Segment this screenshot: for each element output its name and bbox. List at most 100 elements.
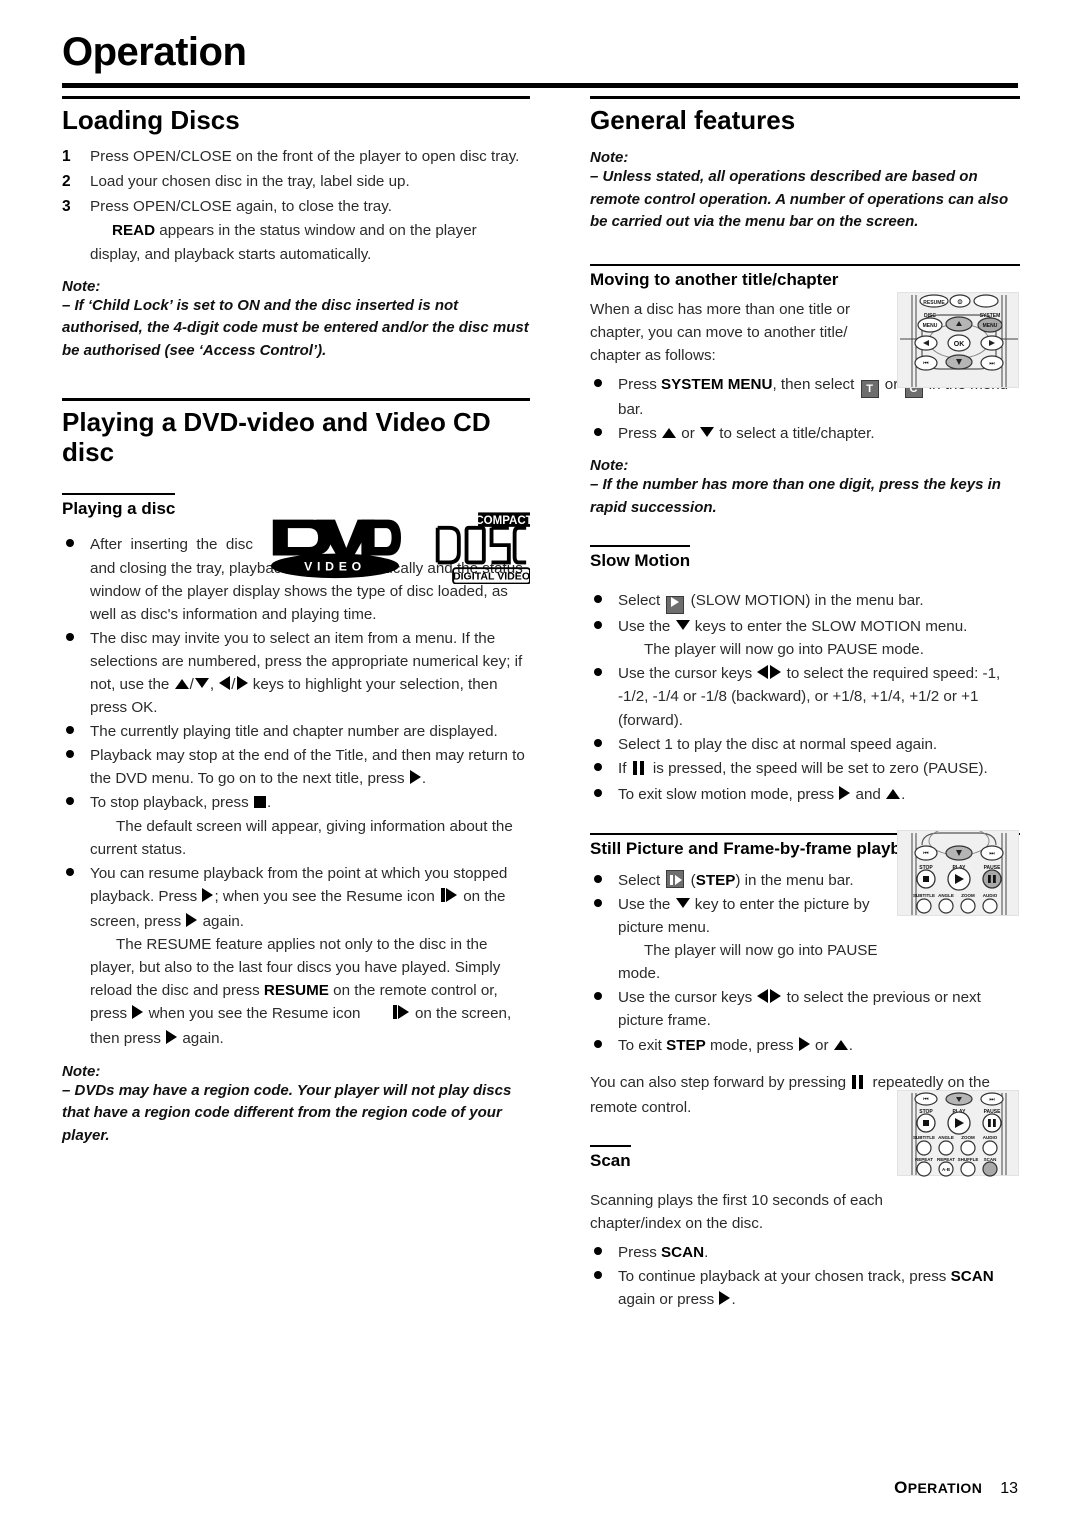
scan-intro: Scanning plays the first 10 seconds of e… [590,1191,883,1232]
bullet-text: Use the cursor keys to select the requir… [618,665,1000,729]
bullet-pre: If [618,759,631,777]
svg-text:AUDIO: AUDIO [983,893,998,898]
footer-page-number: 13 [1000,1480,1018,1497]
bullet-text: Use the key to enter the picture by pict… [618,893,918,939]
bullet-end: . [901,785,906,803]
svg-text:VIDEO: VIDEO [304,560,366,574]
heading-moving-to-another-title-chapter: Moving to another title/chapter [590,263,1020,290]
heading-loading-discs: Loading Discs [62,96,530,135]
slow-motion-bullets: Select (SLOW MOTION) in the menu bar. Us… [590,589,1020,806]
title-rule [62,83,1018,88]
bullet-pre: To exit [618,1036,667,1054]
bullet-pre: To continue playback at your chosen trac… [618,1268,951,1286]
bullet-substep: The player will now go into PAUSE mode. [644,641,924,659]
note-text: – DVDs may have a region code. Your play… [62,1081,512,1144]
svg-text:SHUFFLE: SHUFFLE [958,1157,979,1162]
heading-scan: Scan [590,1144,631,1171]
left-column: Loading Discs 1 Press OPEN/CLOSE on the … [62,96,530,1147]
bullet-icon [66,797,74,806]
svg-text:ANGLE: ANGLE [938,893,954,898]
disc-format-logos: VIDEO COMPACT DIGITAL VIDEO [268,512,530,584]
left-arrow-icon [219,676,231,690]
bullet-icon [66,539,74,548]
svg-text:SCAN: SCAN [984,1157,997,1162]
bullet-open: ( [686,871,696,889]
slow-motion-icon [666,596,685,615]
remote-transport-detail: ⏮ ⏭ STOP PLAY PAUSE SUBTITLEANGLE ZOOMAU… [897,826,1019,916]
note-label: Note: [590,149,629,167]
note-text: – If the number has more than one digit,… [590,476,1001,516]
svg-text:OK: OK [954,341,965,348]
list-item: The disc may invite you to select an ite… [62,627,530,719]
resume-icon [441,887,458,910]
bullet-post: ) in the menu bar. [735,871,854,889]
step3-substep: READ appears in the status window and on… [90,219,530,265]
bullet-icon [66,867,74,876]
svg-text:RESUME: RESUME [923,300,945,306]
svg-text:⏮: ⏮ [923,1097,929,1103]
bullet-pre: Press [618,375,662,393]
step-label: STEP [666,1036,706,1054]
play-icon [798,1036,810,1051]
svg-text:⏭: ⏭ [989,361,995,367]
bullet-icon [594,595,602,604]
svg-text:⏭: ⏭ [989,1097,995,1103]
bullet-substep: The player will now go into PAUSE mode. [618,942,878,983]
svg-text:MENU: MENU [923,323,938,329]
scan-bullets: Press SCAN. To continue playback at your… [590,1241,1020,1311]
remote-navigation-detail: RESUME ⏼ DISC SYSTEM MENU MENU OK ⏮ ⏭ [897,292,1019,388]
bullet-icon [594,1271,602,1280]
resume-button-label: RESUME [263,982,329,1000]
dvd-video-logo: VIDEO [270,519,401,579]
up-arrow-icon [833,1039,848,1050]
resume-icon [367,1004,409,1027]
bullet-end: . [704,1244,709,1261]
list-item: To continue playback at your chosen trac… [590,1265,1020,1311]
right-arrow-icon [770,989,782,1004]
bullet-text: To exit STEP mode, press or . [618,1036,853,1054]
bullet-icon [594,1039,602,1048]
bullet-icon [594,621,602,630]
list-item: Press SCAN. [590,1241,1020,1264]
page-title: Operation [62,30,247,74]
svg-text:REPEAT: REPEAT [937,1157,955,1162]
list-item: Use the cursor keys to select the requir… [590,662,1020,731]
read-indicator: READ [112,222,156,240]
bullet-text: Select (STEP) in the menu bar. [618,869,854,889]
remote-scan-detail: ⏮ ⏭ STOP PLAY PAUSE SUBTITLEANGLE ZOOMAU… [897,1090,1019,1177]
bullet-icon [594,992,602,1001]
play-icon [132,1005,144,1020]
up-arrow-icon [662,428,677,439]
bullet-text: To continue playback at your chosen trac… [618,1268,994,1308]
resume-text-3: when you see the Resume icon [144,1005,365,1023]
bullet-text: You can resume playback from the point a… [90,864,508,930]
bullet-icon [66,726,74,735]
list-item: 1 Press OPEN/CLOSE on the front of the p… [62,145,530,168]
stop-substep: The default screen will appear, giving i… [90,817,513,858]
step-number: 3 [62,198,71,216]
list-item: 3 Press OPEN/CLOSE again, to close the t… [62,195,530,265]
bullet-post: again or press [618,1291,719,1309]
svg-text:ZOOM: ZOOM [961,1135,975,1140]
heading-general-features: General features [590,96,1020,135]
step-number: 1 [62,148,71,166]
playing-disc-bullets: After inserting the disc and closing the… [62,533,530,1050]
up-arrow-icon [886,788,901,799]
bullet-pre: Use the cursor keys [618,989,757,1007]
right-arrow-icon [770,665,782,680]
svg-text:ZOOM: ZOOM [961,893,975,898]
up-arrow-icon [174,679,189,689]
loading-discs-steps: 1 Press OPEN/CLOSE on the front of the p… [62,145,530,265]
bullet-icon [594,874,602,883]
scan-label: SCAN [661,1244,705,1261]
list-item: To exit STEP mode, press or . [590,1034,1020,1057]
note-text: – Unless stated, all operations describe… [590,168,1009,231]
svg-text:⏮: ⏮ [923,361,929,367]
bullet-pre: Select [618,592,665,610]
bullet-icon [594,762,602,771]
bullet-pre: To exit slow motion mode, press [618,785,839,803]
bullet-mid: , then select [772,375,859,393]
step-text: Press OPEN/CLOSE on the front of the pla… [90,148,520,166]
bullet-end: . [848,1036,853,1054]
step-text: Press OPEN/CLOSE again, to close the tra… [90,198,392,216]
